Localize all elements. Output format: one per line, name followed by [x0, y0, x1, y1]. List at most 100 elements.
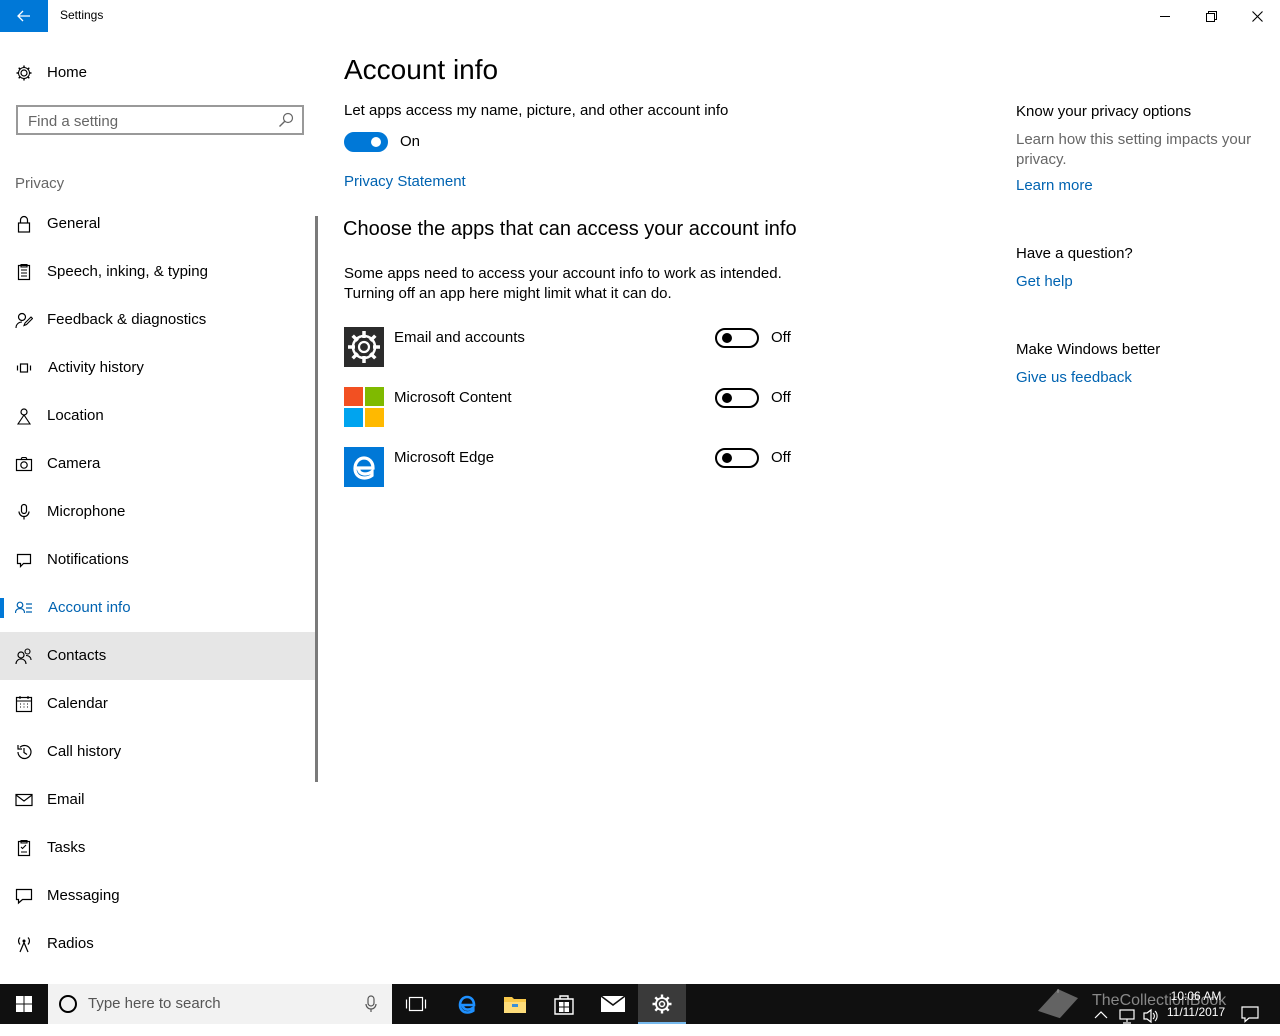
sidebar-item-calendar[interactable]: Calendar	[0, 680, 318, 728]
action-center-icon[interactable]	[1240, 994, 1260, 1034]
privacy-options-text: Learn how this setting impacts your priv…	[1016, 131, 1252, 168]
sidebar-item-notifications[interactable]: Notifications	[0, 536, 318, 584]
sidebar-item-email[interactable]: Email	[0, 776, 318, 824]
mail-icon	[600, 995, 626, 1012]
sidebar-item-label: Email	[47, 791, 85, 808]
clock-time: 10:06 AM	[1170, 989, 1222, 1003]
lock-icon	[17, 215, 31, 233]
folder-icon	[504, 997, 526, 1013]
section-header-privacy: Privacy	[15, 175, 65, 192]
microsoft-content-state: Off	[771, 389, 791, 406]
edge-taskbar-button[interactable]	[443, 984, 491, 1024]
search-icon	[279, 112, 294, 127]
activity-icon	[16, 363, 32, 373]
windows-logo-icon	[16, 996, 32, 1012]
tasks-icon	[17, 839, 31, 857]
start-button[interactable]	[0, 984, 48, 1024]
search-box[interactable]	[16, 105, 304, 135]
restore-icon	[1205, 10, 1217, 22]
close-button[interactable]	[1234, 0, 1280, 32]
search-input[interactable]	[28, 111, 268, 131]
sidebar-item-label: Calendar	[47, 695, 108, 712]
sidebar-item-label: Camera	[47, 455, 101, 472]
email-accounts-toggle[interactable]	[715, 328, 759, 348]
sidebar-item-label: Microphone	[47, 503, 126, 520]
sidebar-item-messaging[interactable]: Messaging	[0, 872, 318, 920]
home-nav-item[interactable]: Home	[0, 56, 320, 90]
sidebar-item-radios[interactable]: Radios	[0, 920, 318, 968]
file-explorer-taskbar-button[interactable]	[491, 984, 539, 1024]
message-icon	[15, 888, 33, 905]
taskbar-search-box[interactable]: Type here to search	[48, 984, 392, 1024]
network-icon[interactable]	[1118, 996, 1136, 1036]
radio-tower-icon	[18, 937, 30, 953]
question-header: Have a question?	[1016, 245, 1133, 262]
microphone-icon	[18, 503, 30, 520]
location-icon	[16, 408, 32, 425]
taskbar-clock[interactable]: 10:06 AM 11/11/2017	[1160, 988, 1232, 1020]
microsoft-edge-toggle[interactable]	[715, 448, 759, 468]
settings-taskbar-button[interactable]	[638, 984, 686, 1024]
learn-more-link[interactable]: Learn more	[1016, 177, 1093, 194]
privacy-statement-link[interactable]: Privacy Statement	[344, 173, 466, 190]
give-feedback-link[interactable]: Give us feedback	[1016, 369, 1132, 386]
restore-button[interactable]	[1188, 0, 1234, 32]
sidebar-item-tasks[interactable]: Tasks	[0, 824, 318, 872]
account-info-icon	[15, 601, 32, 614]
master-account-info-toggle[interactable]	[344, 132, 388, 152]
taskbar: Type here to search TheCollectionBook 10…	[0, 984, 1280, 1024]
close-icon	[1251, 10, 1263, 22]
sidebar-item-label: Radios	[47, 935, 94, 952]
store-taskbar-button[interactable]	[540, 984, 588, 1024]
apps-description-line1: Some apps need to access your account in…	[344, 265, 782, 282]
mail-icon	[15, 793, 33, 807]
sidebar-item-label: Notifications	[47, 551, 129, 568]
minimize-button[interactable]	[1142, 0, 1188, 32]
sidebar-item-camera[interactable]: Camera	[0, 440, 318, 488]
sidebar-item-activity-history[interactable]: Activity history	[0, 344, 318, 392]
sidebar-item-contacts[interactable]: Contacts	[0, 632, 318, 680]
toggle-knob	[371, 137, 381, 147]
sidebar-item-call-history[interactable]: Call history	[0, 728, 318, 776]
app-name: Email and accounts	[394, 329, 525, 346]
get-help-link[interactable]: Get help	[1016, 273, 1073, 290]
privacy-options-header: Know your privacy options	[1016, 103, 1192, 120]
apps-description-line2: Turning off an app here might limit what…	[344, 285, 672, 302]
history-icon	[17, 744, 32, 760]
sidebar-item-label: Location	[47, 407, 104, 424]
mail-taskbar-button[interactable]	[589, 984, 637, 1024]
chevron-up-icon[interactable]	[1094, 996, 1108, 1036]
make-windows-better-header: Make Windows better	[1016, 341, 1161, 358]
privacy-nav-list: General Speech, inking, & typing Feedbac…	[0, 200, 318, 968]
microsoft-edge-state: Off	[771, 449, 791, 466]
clipboard-icon	[17, 263, 31, 281]
sidebar-item-feedback[interactable]: Feedback & diagnostics	[0, 296, 318, 344]
arrow-left-icon	[17, 10, 30, 22]
master-toggle-state: On	[400, 133, 421, 150]
sidebar-item-speech[interactable]: Speech, inking, & typing	[0, 248, 318, 296]
toggle-knob	[722, 453, 732, 463]
sidebar-item-account-info[interactable]: Account info	[0, 584, 318, 632]
toggle-knob	[722, 333, 732, 343]
microsoft-content-toggle[interactable]	[715, 388, 759, 408]
choose-apps-heading: Choose the apps that can access your acc…	[343, 218, 797, 240]
app-name: Microsoft Content	[394, 389, 512, 406]
minimize-icon	[1160, 16, 1170, 17]
sidebar-item-microphone[interactable]: Microphone	[0, 488, 318, 536]
sidebar-scrollbar[interactable]	[315, 216, 318, 782]
sidebar-item-location[interactable]: Location	[0, 392, 318, 440]
sidebar-item-general[interactable]: General	[0, 200, 318, 248]
volume-icon[interactable]	[1142, 996, 1160, 1036]
task-view-icon	[405, 996, 427, 1012]
let-apps-access-label: Let apps access my name, picture, and ot…	[344, 102, 729, 119]
task-view-button[interactable]	[392, 984, 440, 1024]
apps-description: Some apps need to access your account in…	[344, 264, 782, 304]
clock-date: 11/11/2017	[1166, 1005, 1226, 1019]
contacts-icon	[15, 648, 32, 665]
sidebar-item-label: Feedback & diagnostics	[47, 311, 207, 328]
person-feedback-icon	[15, 312, 33, 329]
calendar-icon	[15, 696, 33, 713]
microphone-icon[interactable]	[364, 994, 378, 1014]
back-button[interactable]	[0, 0, 48, 32]
window-title: Settings	[60, 8, 104, 22]
